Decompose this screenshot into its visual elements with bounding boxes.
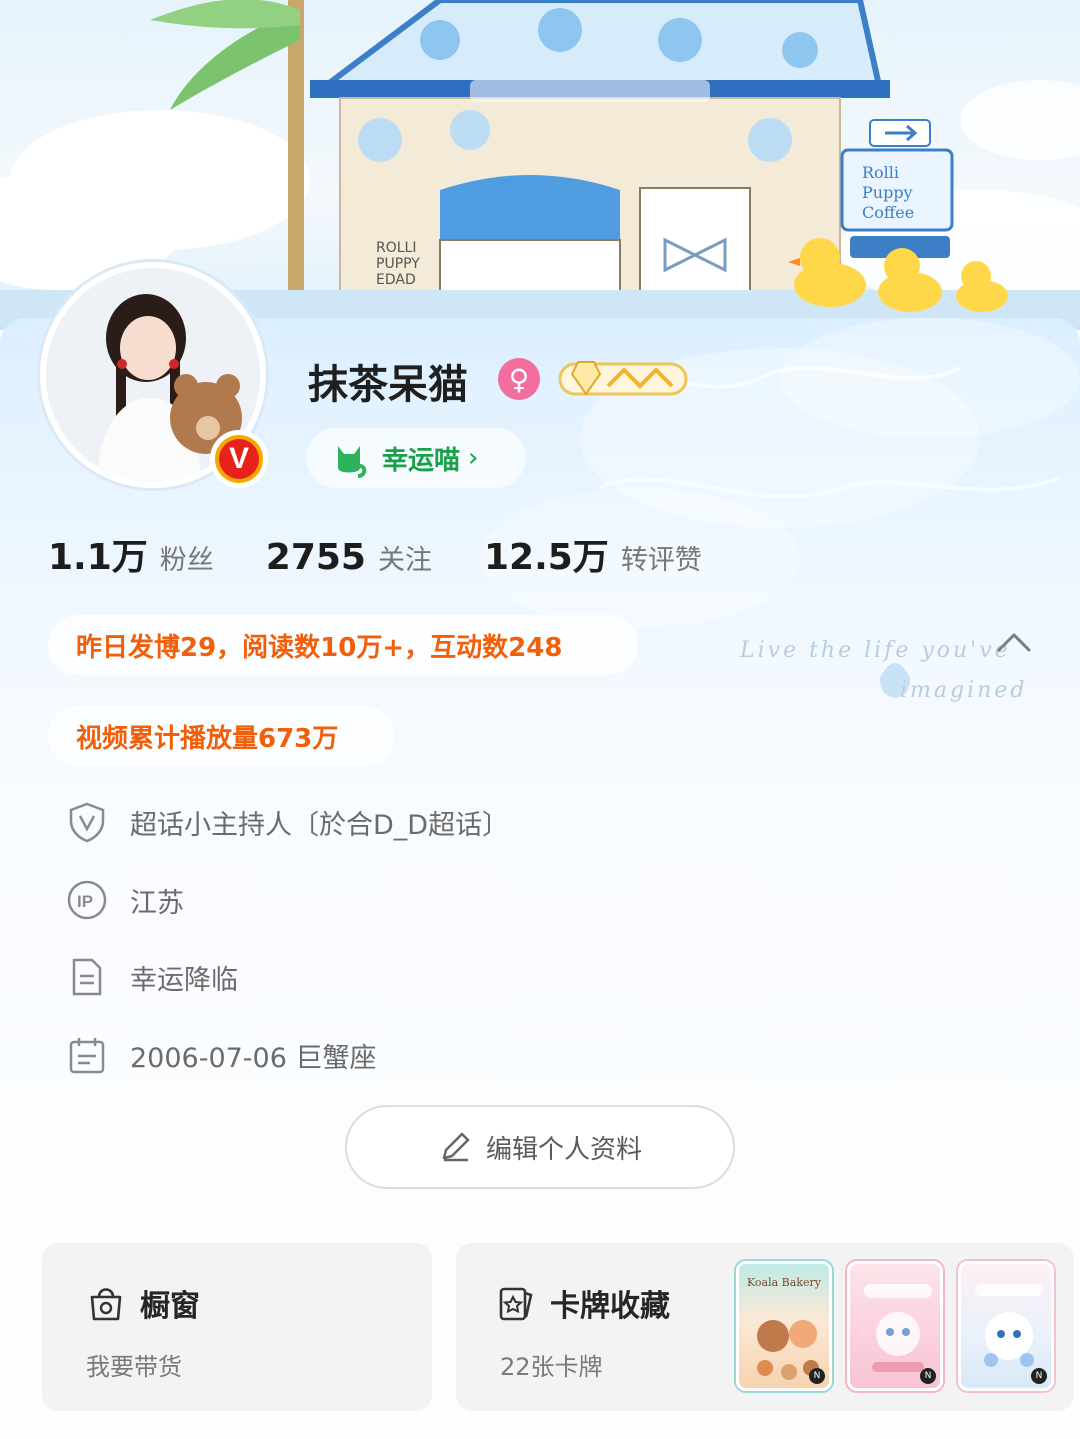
vip-level-badge-icon[interactable] bbox=[552, 354, 692, 402]
info-row-ip: IP 江苏 bbox=[66, 878, 184, 922]
calendar-icon bbox=[69, 1038, 105, 1074]
chevron-right-icon: › bbox=[468, 443, 479, 473]
info-birthday-text: 2006-07-06 巨蟹座 bbox=[130, 1042, 377, 1074]
stat-value: 1.1万 bbox=[48, 537, 148, 578]
video-views-notice[interactable]: 视频累计播放量673万 bbox=[48, 706, 394, 766]
profile-stats: 1.1万 粉丝 2755 关注 12.5万 转评赞 bbox=[48, 528, 754, 578]
info-ip-text: 江苏 bbox=[130, 887, 184, 919]
ip-location-icon: IP bbox=[67, 880, 107, 920]
card-collection-label: 卡牌收藏 bbox=[550, 1289, 670, 1324]
stat-label: 粉丝 bbox=[159, 545, 214, 576]
card-collection-tile[interactable]: 卡牌收藏 22张卡牌 Koala Bakery N N N bbox=[456, 1243, 1074, 1411]
shop-window-subtitle: 我要带货 bbox=[86, 1353, 182, 1381]
svg-text:ROLLI: ROLLI bbox=[376, 240, 416, 256]
stat-value: 2755 bbox=[265, 537, 366, 578]
info-bio-text: 幸运降临 bbox=[130, 964, 238, 996]
collected-card-thumbnail[interactable]: N bbox=[847, 1261, 943, 1391]
card-collection-subtitle: 22张卡牌 bbox=[500, 1353, 603, 1381]
card-caption: Koala Bakery bbox=[747, 1276, 822, 1289]
collected-card-thumbnail[interactable]: Koala Bakery N bbox=[736, 1261, 832, 1391]
user-nickname: 抹茶呆猫 bbox=[308, 362, 468, 408]
verified-badge: V bbox=[210, 430, 268, 488]
info-row-host[interactable]: 超话小主持人〔於合D_D超话〕 bbox=[66, 800, 509, 844]
shield-v-icon bbox=[69, 802, 105, 843]
tagline-line2: imagined bbox=[900, 678, 1028, 703]
info-host-text: 超话小主持人〔於合D_D超话〕 bbox=[130, 809, 510, 841]
female-gender-icon: ♀ bbox=[498, 358, 540, 400]
verified-symbol: V bbox=[219, 439, 259, 479]
stat-followers[interactable]: 1.1万 粉丝 bbox=[48, 528, 214, 580]
card-rarity-badge: N bbox=[809, 1368, 825, 1384]
yesterday-activity-notice[interactable]: 昨日发博29，阅读数10万+，互动数248 bbox=[48, 615, 638, 675]
svg-text:Rolli: Rolli bbox=[862, 163, 899, 182]
chevron-up-icon[interactable] bbox=[996, 630, 1032, 654]
lucky-cat-button[interactable]: 幸运喵 › bbox=[306, 428, 526, 488]
svg-text:Puppy: Puppy bbox=[862, 183, 913, 202]
shop-window-title: 橱窗 bbox=[86, 1281, 200, 1325]
info-row-birthday: 2006-07-06 巨蟹座 bbox=[66, 1033, 377, 1077]
shop-window-tile[interactable]: 橱窗 我要带货 bbox=[42, 1243, 432, 1411]
card-rarity-badge: N bbox=[920, 1368, 936, 1384]
collected-card-thumbnail[interactable]: N bbox=[958, 1261, 1054, 1391]
card-star-icon bbox=[499, 1287, 533, 1321]
edit-profile-button[interactable]: 编辑个人资料 bbox=[345, 1105, 735, 1189]
svg-text:Coffee: Coffee bbox=[862, 203, 914, 222]
svg-text:PUPPY: PUPPY bbox=[376, 256, 420, 272]
stat-value: 12.5万 bbox=[483, 537, 609, 578]
stat-following[interactable]: 2755 关注 bbox=[266, 537, 432, 578]
shop-window-label: 橱窗 bbox=[140, 1289, 200, 1324]
pencil-icon bbox=[442, 1132, 470, 1162]
card-rarity-badge: N bbox=[1031, 1368, 1047, 1384]
stat-label: 关注 bbox=[377, 545, 432, 576]
card-collection-title: 卡牌收藏 bbox=[496, 1281, 670, 1325]
info-row-bio: 幸运降临 bbox=[66, 955, 238, 999]
tagline-line1: Live the life you've bbox=[740, 638, 1011, 663]
lucky-cat-label: 幸运喵 bbox=[382, 445, 461, 476]
svg-text:IP: IP bbox=[77, 892, 93, 911]
edit-profile-label: 编辑个人资料 bbox=[485, 1134, 642, 1165]
stat-interactions[interactable]: 12.5万 转评赞 bbox=[484, 528, 702, 580]
stat-label: 转评赞 bbox=[620, 545, 702, 576]
shopping-bag-icon bbox=[90, 1288, 122, 1321]
svg-text:EDAD: EDAD bbox=[376, 272, 416, 288]
green-cat-icon bbox=[338, 446, 367, 478]
document-icon bbox=[72, 958, 102, 996]
